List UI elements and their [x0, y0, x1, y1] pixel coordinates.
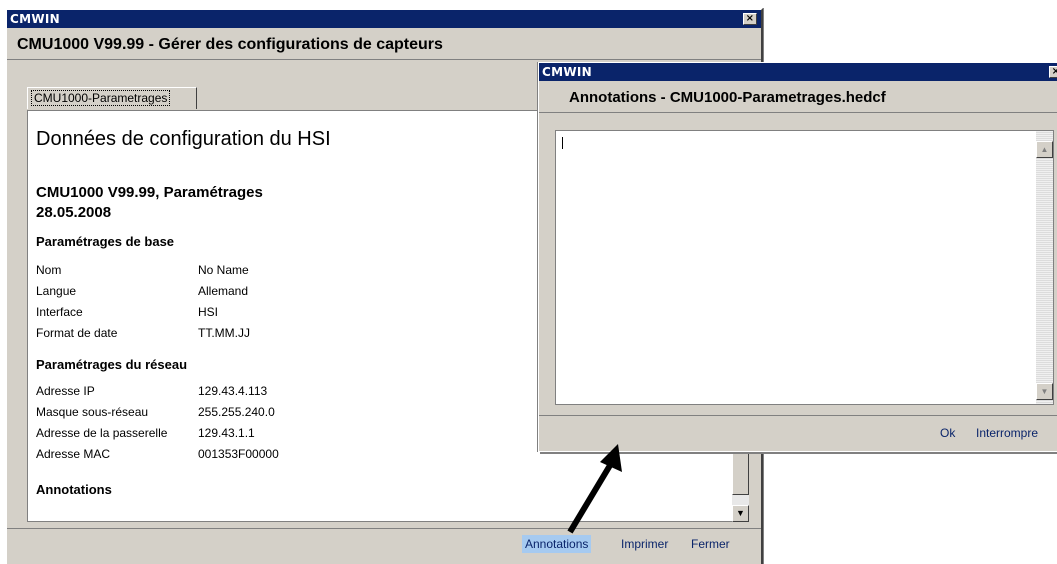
- row-label: Adresse IP: [36, 384, 95, 398]
- close-icon[interactable]: ×: [1049, 66, 1057, 78]
- report-subheading: CMU1000 V99.99, Paramétrages 28.05.2008: [36, 183, 263, 223]
- row-value: No Name: [198, 263, 249, 277]
- close-icon[interactable]: ×: [743, 13, 757, 25]
- section-title-annotations: Annotations: [36, 482, 112, 497]
- cancel-button[interactable]: Interrompre: [976, 426, 1038, 440]
- callout-arrow-icon: [567, 444, 622, 534]
- annotations-dialog: CMWIN × Annotations - CMU1000-Parametrag…: [538, 62, 1057, 452]
- scroll-down-arrow-icon[interactable]: ▼: [1036, 383, 1053, 400]
- scroll-down-arrow-icon[interactable]: ▼: [732, 505, 749, 522]
- report-subheading-device: CMU1000 V99.99, Paramétrages: [36, 184, 263, 201]
- dialog-subtitle: Annotations - CMU1000-Parametrages.hedcf: [539, 83, 1057, 113]
- annotation-scrollbar[interactable]: ▲ ▼: [1036, 131, 1053, 404]
- row-label: Interface: [36, 305, 83, 319]
- scroll-up-arrow-icon[interactable]: ▲: [1036, 141, 1053, 158]
- dialog-app-title: CMWIN: [542, 65, 592, 79]
- row-label: Adresse MAC: [36, 447, 111, 461]
- main-window-app-title: CMWIN: [10, 12, 60, 26]
- row-value: TT.MM.JJ: [198, 326, 250, 340]
- close-button[interactable]: Fermer: [688, 535, 733, 553]
- ok-button[interactable]: Ok: [940, 426, 955, 440]
- section-title-network: Paramétrages du réseau: [36, 357, 188, 372]
- section-title-base: Paramétrages de base: [36, 234, 175, 249]
- report-heading: Données de configuration du HSI: [36, 128, 331, 150]
- report-subheading-date: 28.05.2008: [36, 204, 112, 221]
- row-value: 255.255.240.0: [198, 405, 275, 419]
- row-label: Format de date: [36, 326, 118, 340]
- tab-cmu1000-parametrages[interactable]: CMU1000-Parametrages: [27, 87, 197, 109]
- dialog-titlebar[interactable]: CMWIN ×: [539, 63, 1057, 81]
- row-label: Masque sous-réseau: [36, 405, 149, 419]
- row-value: Allemand: [198, 284, 249, 298]
- text-caret: [562, 137, 563, 149]
- row-value: 001353F00000: [198, 447, 279, 461]
- main-window-titlebar[interactable]: CMWIN ×: [7, 10, 761, 28]
- row-label: Adresse de la passerelle: [36, 426, 168, 440]
- row-value: HSI: [198, 305, 219, 319]
- tab-label: CMU1000-Parametrages: [31, 90, 171, 106]
- row-value: 129.43.1.1: [198, 426, 255, 440]
- row-label: Nom: [36, 263, 62, 277]
- annotation-text-area[interactable]: ▲ ▼: [555, 130, 1054, 405]
- row-label: Langue: [36, 284, 77, 298]
- main-window-subtitle: CMU1000 V99.99 - Gérer des configuration…: [7, 30, 761, 60]
- row-value: 129.43.4.113: [198, 384, 268, 398]
- screenshot-canvas: CMWIN × CMU1000 V99.99 - Gérer des confi…: [0, 0, 1057, 564]
